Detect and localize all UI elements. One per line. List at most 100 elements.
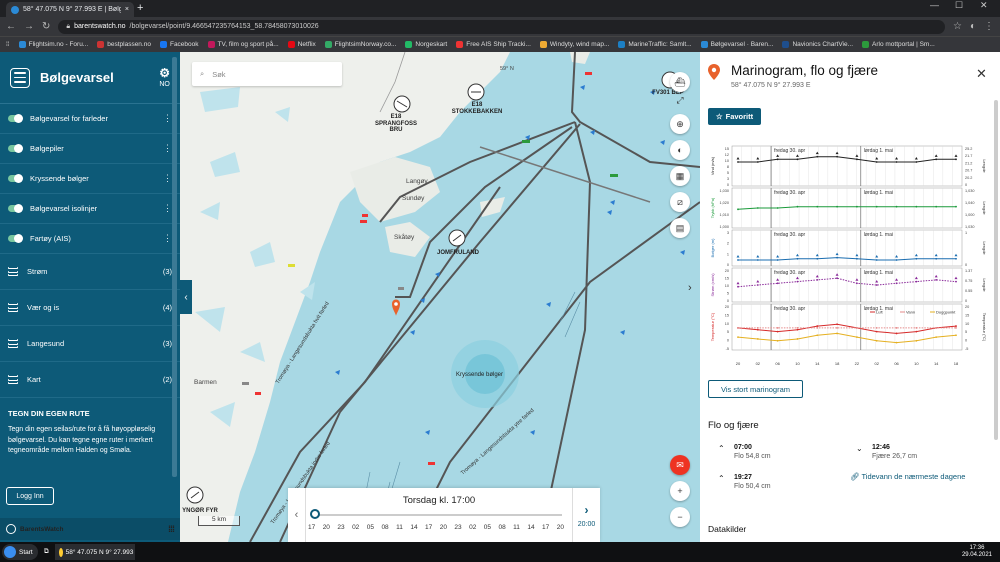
minimize-icon[interactable]: — — [930, 0, 939, 10]
y-tick-label-right: 21.7 — [965, 154, 972, 158]
bookmark-item[interactable]: Facebook — [159, 41, 199, 48]
search-input[interactable]: Søk — [212, 70, 225, 79]
toggle-switch[interactable] — [8, 144, 23, 153]
close-window-icon[interactable]: ✕ — [980, 0, 988, 11]
x-tick-label: 10 — [795, 361, 800, 366]
timeline-slider-thumb[interactable] — [310, 509, 320, 519]
more-options-icon[interactable]: ⋮ — [163, 203, 172, 214]
more-options-icon[interactable]: ⋮ — [163, 143, 172, 154]
bookmark-item[interactable]: Bølgevarsel · Baren... — [700, 41, 773, 48]
print-icon[interactable]: ▤ — [670, 218, 690, 238]
more-options-icon[interactable]: ⋮ — [163, 173, 172, 184]
x-tick-label: 18 — [954, 361, 959, 366]
toggle-switch[interactable] — [8, 234, 23, 243]
tide-days-link[interactable]: 🔗︎ Tidevann de nærmeste dagene — [850, 472, 965, 481]
collapse-sidebar-button[interactable]: ‹ — [180, 280, 192, 314]
location-pin-icon[interactable] — [392, 299, 400, 317]
toggle-switch[interactable] — [8, 114, 23, 123]
timeline-next-button[interactable]: › 20:00 — [572, 488, 600, 542]
ais-ship-icon[interactable]: ⛴ — [670, 72, 690, 92]
data-point — [915, 205, 918, 208]
tide-entry-1: ⌃ 07:00 Flo 54,8 cm — [718, 443, 771, 461]
more-options-icon[interactable]: ⋮ — [163, 233, 172, 244]
extension-icon[interactable]: ◐ — [970, 21, 976, 32]
layer-group-row[interactable]: Strøm (3) — [0, 254, 180, 290]
more-options-icon[interactable]: ⋮ — [163, 113, 172, 124]
map-layers-icon[interactable]: ▦ — [670, 166, 690, 186]
bookmark-item[interactable]: FlightsimNorway.co... — [324, 41, 396, 48]
y-tick-label: 3 — [727, 231, 729, 235]
forward-icon[interactable]: → — [24, 21, 34, 32]
layer-toggle-row[interactable]: Bølgepiler ⋮ — [0, 134, 180, 164]
bookmark-favicon-icon — [700, 41, 708, 48]
data-point — [816, 155, 819, 158]
back-icon[interactable]: ← — [6, 21, 16, 32]
panel-scrollbar[interactable] — [994, 100, 998, 440]
bookmark-item[interactable]: MarineTraffic: Samlt... — [618, 41, 692, 48]
task-view-icon[interactable]: ⧉ — [44, 548, 49, 556]
locate-icon[interactable]: ⊕ — [670, 114, 690, 134]
browser-tab[interactable]: 58° 47.075 N 9° 27.993 E | Bølge... × — [6, 2, 134, 17]
apps-icon[interactable]: ⁞⁞ — [6, 41, 10, 48]
timeline-slider[interactable] — [316, 514, 562, 516]
data-point — [955, 280, 957, 283]
new-tab-button[interactable]: + — [137, 2, 143, 14]
star-icon[interactable]: ☆ — [953, 21, 962, 32]
bookmark-label: MarineTraffic: Samlt... — [628, 41, 692, 48]
timeline-prev-button[interactable]: ‹ — [288, 488, 306, 542]
bookmark-item[interactable]: Windyty, wind map... — [539, 41, 609, 48]
data-point — [915, 257, 918, 260]
zoom-in-button[interactable]: + — [670, 481, 690, 501]
toggle-switch[interactable] — [8, 204, 23, 213]
layer-toggle-row[interactable]: Fartøy (AIS) ⋮ — [0, 224, 180, 254]
x-tick-label: 22 — [855, 361, 860, 366]
data-point — [796, 328, 799, 331]
timeline-hour: 23 — [337, 524, 345, 531]
layer-group-row[interactable]: Vær og is (4) — [0, 290, 180, 326]
bookmark-item[interactable]: Free AIS Ship Tracki... — [456, 41, 531, 48]
login-button[interactable]: Logg Inn — [6, 487, 54, 505]
bookmark-item[interactable]: bestplassen.no — [97, 41, 151, 48]
bookmark-item[interactable]: Norgeskart — [405, 41, 447, 48]
layer-toggle-row[interactable]: Bølgevarsel for farleder ⋮ — [0, 104, 180, 134]
menu-icon[interactable]: ⋮ — [984, 21, 994, 32]
layer-group-row[interactable]: Kart (2) — [0, 362, 180, 398]
taskbar-chrome-item[interactable]: 58° 47.075 N 9° 27.993 E | Bølge... — [54, 544, 135, 560]
bookmark-item[interactable]: Navionics ChartVie... — [782, 41, 853, 48]
favorite-button[interactable]: ☆ Favoritt — [708, 108, 761, 125]
expand-panel-button[interactable]: › — [688, 282, 692, 294]
maximize-icon[interactable]: ☐ — [955, 0, 963, 11]
tide-time: 07:00 — [734, 444, 752, 451]
layer-group-row[interactable]: Langesund (3) — [0, 326, 180, 362]
reload-icon[interactable]: ↻ — [42, 21, 50, 32]
settings-button[interactable]: ⚙ NO — [159, 66, 170, 89]
fullscreen-icon[interactable]: ⤢ — [670, 90, 690, 110]
data-point — [756, 259, 759, 261]
label-e18-sprangfoss: E18 SPRANGFOSS BRU — [374, 114, 417, 134]
close-icon[interactable]: ✕ — [976, 66, 987, 82]
feedback-chat-icon[interactable]: ✉ — [670, 455, 690, 475]
url-field[interactable]: 🔒︎ barentswatch.no/bolgevarsel/point/9.4… — [58, 19, 945, 34]
data-point — [836, 323, 838, 326]
bookmark-item[interactable]: Flightsim.no - Foru... — [18, 41, 88, 48]
y-axis-label-right: Temperatur (°C) — [982, 313, 987, 342]
bookmark-item[interactable]: Netflix — [287, 41, 316, 48]
layer-toggle-row[interactable]: Bølgevarsel isolinjer ⋮ — [0, 194, 180, 224]
dark-mode-icon[interactable]: ◐ — [670, 140, 690, 160]
data-point — [756, 207, 759, 209]
zoom-out-button[interactable]: − — [670, 507, 690, 527]
apps-grid-icon[interactable]: ⁞⁞⁞ — [168, 524, 175, 534]
layer-toggle-row[interactable]: Kryssende bølger ⋮ — [0, 164, 180, 194]
bookmark-item[interactable]: TV, film og sport på... — [207, 41, 279, 48]
route-section: TEGN DIN EGEN RUTE Tegn din egen seilas/… — [0, 398, 180, 457]
start-button[interactable]: Start — [2, 544, 38, 560]
map[interactable]: ⌕ Søk E18 SPRANGFOSS BRU E18 STOKKEBAKKE… — [180, 52, 700, 542]
toggle-switch[interactable] — [8, 174, 23, 183]
search-box[interactable]: ⌕ Søk — [192, 62, 342, 86]
tab-close-icon[interactable]: × — [125, 6, 129, 13]
sidebar-scrollbar[interactable] — [172, 57, 177, 477]
ruler-icon[interactable]: ⧄ — [670, 192, 690, 212]
bookmark-item[interactable]: Arlo mottportal | Sm... — [862, 41, 935, 48]
show-large-marinogram-button[interactable]: Vis stort marinogram — [708, 380, 803, 398]
tide-desc: Flo 50,4 cm — [734, 483, 771, 491]
